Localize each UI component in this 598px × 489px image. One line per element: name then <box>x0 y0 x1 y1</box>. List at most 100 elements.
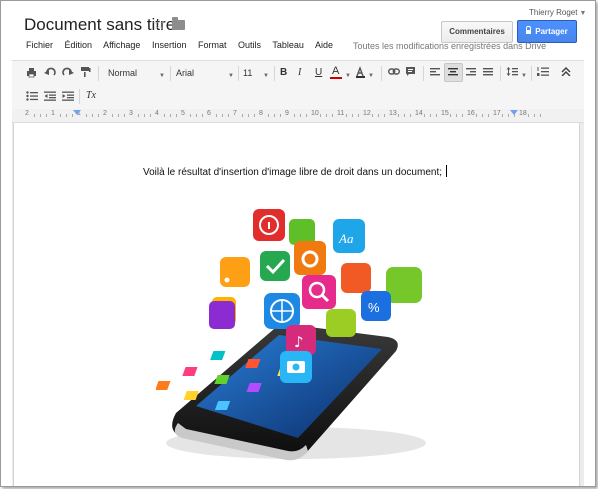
share-button[interactable]: Partager <box>517 20 577 43</box>
clear-format-icon[interactable]: Tx <box>86 90 96 101</box>
toolbar-separator <box>500 66 501 81</box>
ruler-number: 1 <box>51 110 55 117</box>
chevron-down-icon[interactable]: ▼ <box>263 69 269 79</box>
ruler-tick <box>300 114 301 117</box>
menu-tableau[interactable]: Tableau <box>272 40 304 50</box>
ruler-tick <box>398 114 399 117</box>
numbered-list-icon[interactable] <box>537 66 549 77</box>
ruler-number: 15 <box>441 110 449 117</box>
font-select[interactable]: Arial <box>176 68 194 78</box>
chevron-down-icon[interactable]: ▼ <box>521 69 527 79</box>
paint-format-icon[interactable] <box>80 66 91 78</box>
comment-icon[interactable] <box>405 66 416 77</box>
ruler-tick <box>86 114 87 117</box>
style-value: Normal <box>108 68 138 78</box>
menu-edition[interactable]: Édition <box>65 40 93 50</box>
chevron-down-icon[interactable]: ▼ <box>345 69 351 79</box>
ruler-scale: 2 1 1 2 3 4 5 6 7 8 9 10 11 12 13 14 15 16 17 18 <box>12 109 584 122</box>
toolbar-separator <box>238 66 239 81</box>
decrease-indent-icon[interactable] <box>44 91 56 101</box>
svg-text:♪: ♪ <box>294 333 304 351</box>
svg-text:Aa: Aa <box>338 231 354 246</box>
highlight-icon[interactable] <box>355 66 366 78</box>
increase-indent-icon[interactable] <box>62 91 74 101</box>
text-color-label: A <box>332 65 340 77</box>
ruler-tick <box>66 114 67 117</box>
folder-icon[interactable] <box>172 17 185 30</box>
user-name: Thierry Roget <box>529 8 578 17</box>
user-menu[interactable]: Thierry Roget ▼ <box>529 8 586 17</box>
text-color-button[interactable]: A <box>332 65 339 77</box>
ruler-tick <box>332 114 333 117</box>
chevron-down-icon[interactable]: ▼ <box>368 69 374 79</box>
collapse-icon[interactable] <box>561 67 571 76</box>
ruler-tick <box>482 114 483 117</box>
ruler-tick <box>528 114 529 117</box>
menu-affichage[interactable]: Affichage <box>103 40 140 50</box>
ruler-number: 17 <box>493 110 501 117</box>
save-status[interactable]: Toutes les modifications enregistrées da… <box>353 41 546 51</box>
ruler-number: 18 <box>519 110 527 117</box>
ruler-tick <box>462 114 463 117</box>
search-app-icon <box>302 275 336 309</box>
line-spacing-icon[interactable] <box>506 66 518 77</box>
chevron-down-icon[interactable]: ▼ <box>228 69 234 79</box>
ruler-number: 14 <box>415 110 423 117</box>
ruler-number: 5 <box>181 110 185 117</box>
menu-aide[interactable]: Aide <box>315 40 333 50</box>
menu-fichier[interactable]: Fichier <box>26 40 53 50</box>
align-right-icon[interactable] <box>466 67 476 77</box>
justify-icon[interactable] <box>483 67 493 77</box>
italic-button[interactable]: I <box>298 67 301 78</box>
lock-app-icon <box>209 301 235 329</box>
star-icon[interactable]: ☆ <box>152 15 165 33</box>
align-center-icon[interactable] <box>448 67 458 77</box>
bulleted-list-icon[interactable] <box>26 91 38 101</box>
inserted-image[interactable]: Aa % ♪ <box>156 201 446 466</box>
text-cursor <box>446 165 447 177</box>
ruler-tick <box>320 114 321 117</box>
ruler-tick <box>228 114 229 117</box>
bold-button[interactable]: B <box>280 67 287 78</box>
ruler-number: 9 <box>285 110 289 117</box>
right-indent-marker-icon[interactable] <box>510 110 518 116</box>
ruler-tick <box>372 114 373 117</box>
ruler-number: 4 <box>155 110 159 117</box>
unlock-app-icon <box>341 263 371 293</box>
ruler-tick <box>222 114 223 117</box>
ruler-tick <box>164 114 165 117</box>
share-label: Partager <box>535 27 568 36</box>
ruler-tick <box>280 114 281 117</box>
link-icon[interactable] <box>388 68 400 76</box>
menu-insertion[interactable]: Insertion <box>152 40 187 50</box>
menu-outils[interactable]: Outils <box>238 40 261 50</box>
toolbar-separator <box>531 66 532 81</box>
rss-app-icon <box>220 257 250 287</box>
indent-marker-icon[interactable] <box>73 110 81 116</box>
menu-format[interactable]: Format <box>198 40 227 50</box>
window-frame: Document sans titre ☆ Thierry Roget ▼ Com… <box>0 0 596 487</box>
document-text[interactable]: Voilà le résultat d'insertion d'image li… <box>143 165 447 178</box>
ruler[interactable]: 2 1 1 2 3 4 5 6 7 8 9 10 11 12 13 14 15 16 17 18 <box>12 109 584 123</box>
ruler-tick <box>404 114 405 117</box>
align-left-icon[interactable] <box>430 67 440 77</box>
ruler-number: 8 <box>259 110 263 117</box>
ruler-tick <box>92 114 93 117</box>
style-select[interactable]: Normal <box>108 68 137 78</box>
redo-icon[interactable] <box>62 67 74 78</box>
comments-button[interactable]: Commentaires <box>441 21 513 43</box>
underline-button[interactable]: U <box>315 67 322 78</box>
check-app-icon <box>260 251 290 281</box>
ruler-tick <box>346 114 347 117</box>
ruler-tick <box>46 114 47 117</box>
ruler-number: 12 <box>363 110 371 117</box>
print-icon[interactable] <box>26 67 37 78</box>
ruler-tick <box>326 114 327 117</box>
undo-icon[interactable] <box>44 67 56 78</box>
size-select[interactable]: 11 <box>243 68 252 78</box>
ruler-tick <box>410 114 411 117</box>
ruler-tick <box>196 114 197 117</box>
chevron-down-icon[interactable]: ▼ <box>159 69 165 79</box>
ruler-number: 16 <box>467 110 475 117</box>
ruler-tick <box>384 114 385 117</box>
